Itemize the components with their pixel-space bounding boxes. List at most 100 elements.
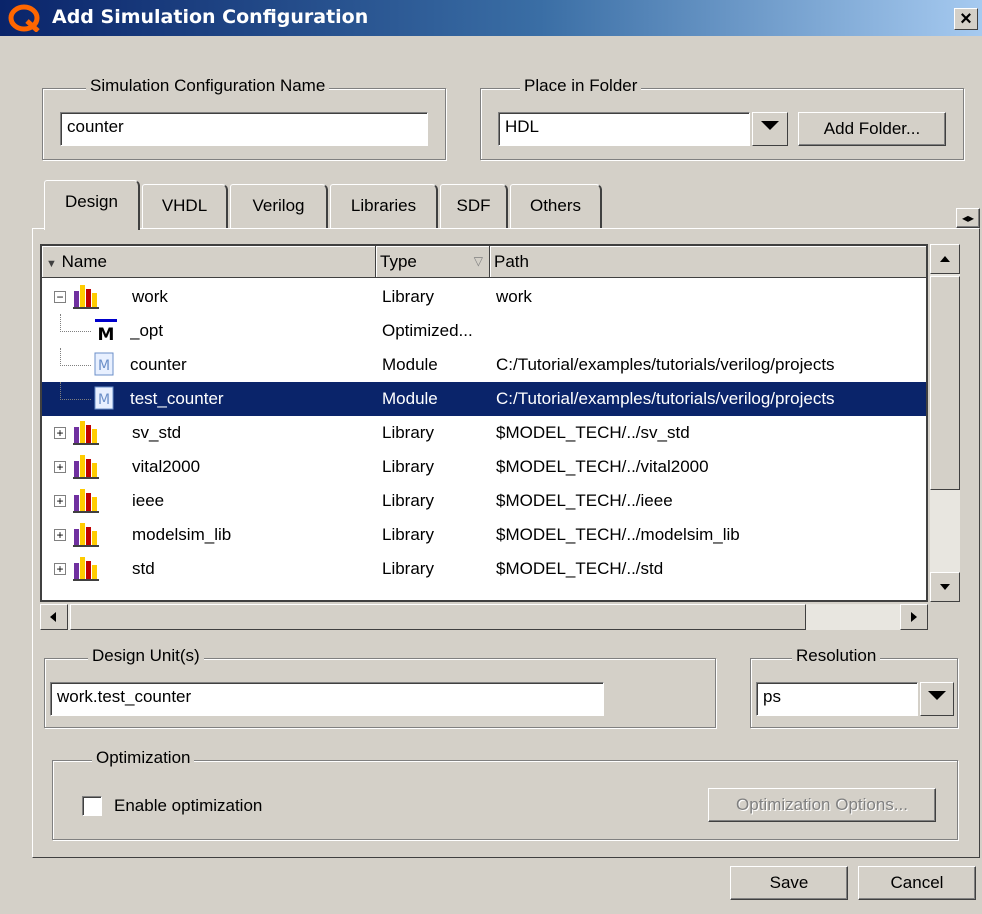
cell-name: _opt	[130, 321, 164, 340]
hscroll-thumb[interactable]	[70, 604, 806, 630]
cell-path: work	[496, 287, 532, 306]
tab-vhdl[interactable]: VHDL	[142, 184, 228, 228]
cell-path: $MODEL_TECH/../modelsim_lib	[496, 525, 740, 544]
cell-type: Library	[382, 423, 434, 442]
tab-libraries[interactable]: Libraries	[330, 184, 438, 228]
scroll-right-button[interactable]	[900, 604, 928, 630]
cell-name: sv_std	[132, 423, 182, 442]
config-name-input[interactable]: counter	[60, 112, 428, 146]
column-header-path[interactable]: Path	[490, 246, 926, 278]
tree-row[interactable]: + sv_std Library $MODEL_TECH/../sv_std	[42, 416, 926, 450]
tab-scroll-button[interactable]: ◂▸	[956, 208, 980, 228]
title-bar: Add Simulation Configuration ×	[0, 0, 982, 36]
optimized-module-icon: M	[94, 318, 117, 345]
resolution-dropdown-button[interactable]	[920, 682, 954, 716]
cell-type: Optimized...	[382, 321, 473, 340]
arrow-left-icon	[50, 612, 56, 622]
library-icon	[72, 521, 100, 547]
design-units-input[interactable]: work.test_counter	[50, 682, 604, 716]
design-units-legend: Design Unit(s)	[88, 646, 204, 666]
arrow-down-icon	[940, 584, 950, 590]
tab-others[interactable]: Others	[510, 184, 602, 228]
cell-path: $MODEL_TECH/../sv_std	[496, 423, 690, 442]
cell-name: modelsim_lib	[132, 525, 232, 544]
scroll-up-button[interactable]	[930, 244, 960, 274]
optimization-options-button[interactable]: Optimization Options...	[708, 788, 936, 822]
chevron-down-icon	[761, 121, 779, 130]
arrow-up-icon	[940, 256, 950, 262]
tree-row[interactable]: + modelsim_lib Library $MODEL_TECH/../model…	[42, 518, 926, 552]
library-icon	[72, 555, 100, 581]
cell-type: Library	[382, 525, 434, 544]
modelsim-logo-icon	[8, 4, 40, 32]
column-header-type[interactable]: Type ▽	[376, 246, 490, 278]
cell-path: $MODEL_TECH/../std	[496, 559, 664, 578]
svg-text:M: M	[98, 392, 110, 408]
module-icon: M	[94, 386, 114, 410]
library-icon	[72, 453, 100, 479]
tree-row[interactable]: + vital2000 Library $MODEL_TECH/../vital200…	[42, 450, 926, 484]
config-name-legend: Simulation Configuration Name	[86, 76, 330, 96]
expand-icon[interactable]: +	[54, 563, 66, 575]
cell-path: $MODEL_TECH/../vital2000	[496, 457, 709, 476]
module-icon: M	[94, 352, 114, 376]
save-button[interactable]: Save	[730, 866, 848, 900]
tab-design[interactable]: Design	[44, 180, 140, 230]
resolution-select[interactable]: ps	[756, 682, 918, 716]
folder-dropdown-button[interactable]	[752, 112, 788, 146]
tab-verilog[interactable]: Verilog	[230, 184, 328, 228]
cell-name: work	[132, 287, 168, 306]
expand-icon[interactable]: +	[54, 427, 66, 439]
expand-icon[interactable]: +	[54, 495, 66, 507]
folder-select[interactable]: HDL	[498, 112, 750, 146]
horizontal-scrollbar[interactable]	[40, 604, 928, 630]
svg-text:M: M	[98, 358, 110, 374]
tree-row[interactable]: − work Library work	[42, 280, 926, 314]
library-icon	[72, 419, 100, 445]
cell-path: $MODEL_TECH/../ieee	[496, 491, 673, 510]
expand-icon[interactable]: +	[54, 529, 66, 541]
optimization-legend: Optimization	[92, 748, 195, 768]
svg-text:M: M	[98, 325, 115, 342]
folder-legend: Place in Folder	[520, 76, 642, 96]
cell-name: std	[132, 559, 155, 578]
tree-row[interactable]: + ieee Library $MODEL_TECH/../ieee	[42, 484, 926, 518]
column-menu-icon[interactable]: ▼	[46, 258, 57, 270]
collapse-icon[interactable]: −	[54, 291, 66, 303]
cell-type: Library	[382, 559, 434, 578]
cell-type: Module	[382, 355, 438, 374]
add-folder-button[interactable]: Add Folder...	[798, 112, 946, 146]
cell-type: Module	[382, 389, 438, 408]
cell-name: ieee	[132, 491, 165, 510]
close-button[interactable]: ×	[954, 8, 978, 30]
cancel-button[interactable]: Cancel	[858, 866, 976, 900]
library-icon	[72, 283, 100, 309]
tree-connector-line	[60, 348, 91, 366]
tree-connector-line	[60, 314, 91, 332]
scroll-thumb[interactable]	[930, 276, 960, 490]
cell-path: C:/Tutorial/examples/tutorials/verilog/p…	[496, 389, 835, 408]
cell-path: C:/Tutorial/examples/tutorials/verilog/p…	[496, 355, 835, 374]
tree-row[interactable]: + std Library $MODEL_TECH/../std	[42, 552, 926, 586]
tree-row[interactable]: Mtest_counter Module C:/Tutorial/examples/…	[42, 382, 926, 416]
arrow-right-icon	[911, 612, 917, 622]
tab-sdf[interactable]: SDF	[440, 184, 508, 228]
cell-type: Library	[382, 457, 434, 476]
scroll-down-button[interactable]	[930, 572, 960, 602]
cell-type: Library	[382, 287, 434, 306]
design-tree[interactable]: ▼ Name Type ▽ Path − work Library work M _opt…	[40, 244, 928, 602]
tree-row[interactable]: M _opt Optimized...	[42, 314, 926, 348]
chevron-down-icon	[928, 691, 946, 700]
library-icon	[72, 487, 100, 513]
tree-row[interactable]: Mcounter Module C:/Tutorial/examples/tutor…	[42, 348, 926, 382]
window-title: Add Simulation Configuration	[52, 6, 369, 28]
resolution-legend: Resolution	[792, 646, 881, 666]
scroll-left-button[interactable]	[40, 604, 68, 630]
expand-icon[interactable]: +	[54, 461, 66, 473]
column-header-name[interactable]: ▼ Name	[42, 246, 376, 278]
cell-type: Library	[382, 491, 434, 510]
enable-optimization-label[interactable]: Enable optimization	[114, 796, 262, 816]
enable-optimization-checkbox[interactable]	[82, 796, 102, 816]
vertical-scrollbar[interactable]	[930, 244, 960, 602]
cell-name: counter	[130, 355, 187, 374]
